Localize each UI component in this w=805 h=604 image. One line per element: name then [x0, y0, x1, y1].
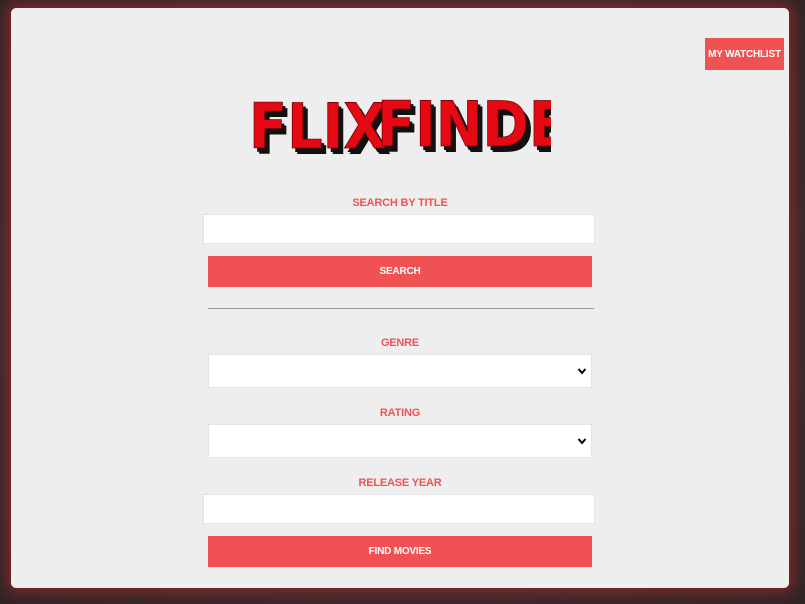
search-by-title-label: Search by Title: [352, 197, 448, 209]
release-year-label: Release Year: [358, 477, 442, 489]
genre-select[interactable]: [208, 354, 592, 388]
section-divider: [208, 308, 594, 309]
title-search-input[interactable]: [203, 214, 595, 244]
rating-select[interactable]: [208, 424, 592, 458]
my-watchlist-button[interactable]: My Watchlist: [705, 38, 784, 70]
search-button[interactable]: Search: [208, 256, 592, 287]
chevron-down-icon: [577, 368, 587, 375]
rating-label: Rating: [379, 407, 421, 419]
logo-word1: FLIX: [249, 90, 386, 160]
genre-label: Genre: [380, 337, 420, 349]
release-year-input[interactable]: [203, 494, 595, 524]
logo-word2: FINDER: [377, 88, 551, 160]
flix-finder-logo: FLIX FINDER FLIX FINDER FLIX FINDER: [249, 88, 551, 160]
chevron-down-icon: [577, 438, 587, 445]
find-movies-button[interactable]: Find Movies: [208, 536, 592, 567]
main-card: My Watchlist FLIX FINDER FLIX FINDER FLI…: [11, 8, 789, 588]
